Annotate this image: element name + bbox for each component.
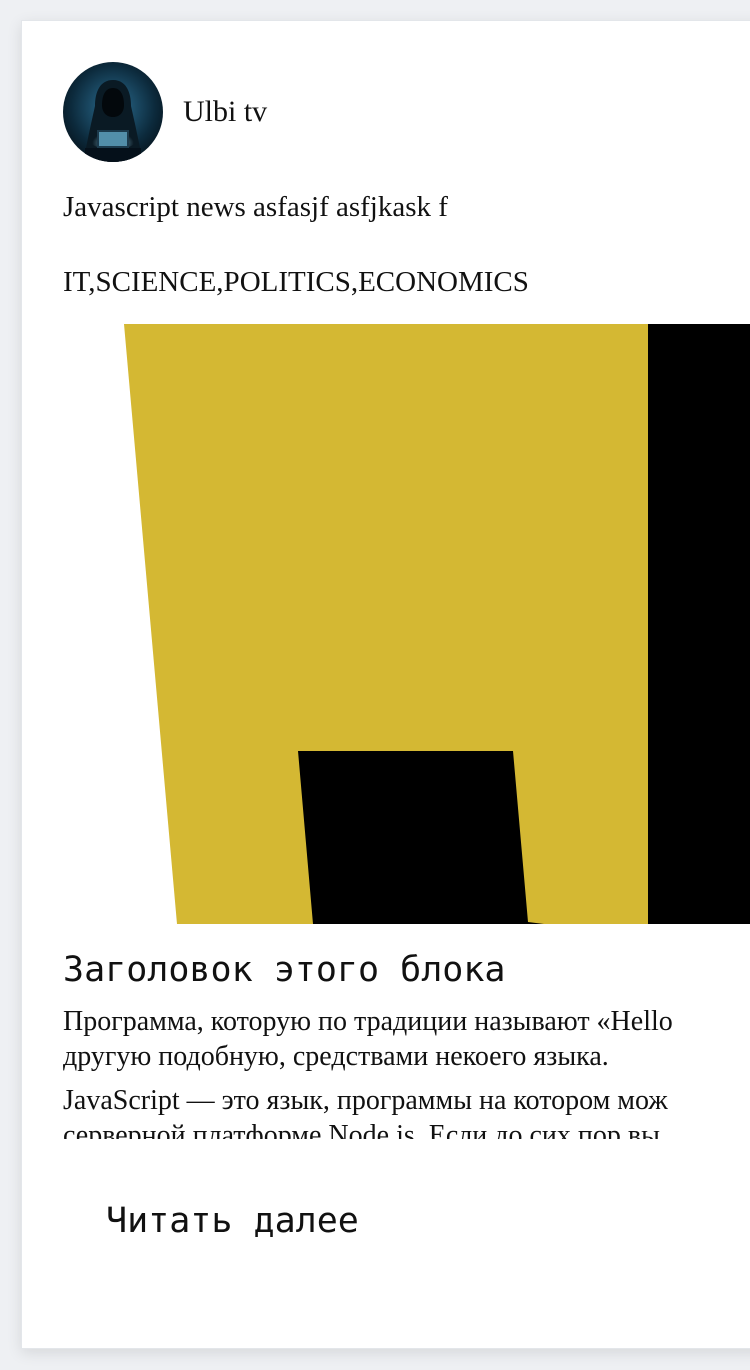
paragraph-1-line-1: Программа, которую по традиции называют … [63, 1006, 673, 1037]
paragraph-2-line-2: серверной платформе Node.js. Если до сих… [63, 1120, 660, 1139]
post-tags: IT,SCIENCE,POLITICS,ECONOMICS [63, 266, 529, 298]
paragraph-1-line-2: другую подобную, средствами некоего язык… [63, 1041, 609, 1072]
author-avatar[interactable] [63, 62, 163, 162]
read-more-button[interactable]: Читать далее [82, 1193, 383, 1249]
paragraph-2-line-1: JavaScript — это язык, программы на кото… [63, 1085, 668, 1116]
post-image [22, 324, 750, 924]
post-header: Ulbi tv [63, 62, 267, 162]
block-title: Заголовок этого блока [63, 950, 506, 990]
post-paragraph-2: JavaScript — это язык, программы на кото… [63, 1083, 750, 1139]
post-card: Ulbi tv Javascript news asfasjf asfjkask… [21, 20, 750, 1349]
post-paragraph-1: Программа, которую по традиции называют … [63, 1004, 750, 1074]
hooded-hacker-icon [63, 62, 163, 162]
author-name[interactable]: Ulbi tv [183, 95, 267, 129]
post-body: Программа, которую по традиции называют … [63, 1004, 750, 1139]
javascript-logo-icon [22, 324, 750, 924]
post-subtitle: Javascript news asfasjf asfjkask f [63, 191, 448, 223]
